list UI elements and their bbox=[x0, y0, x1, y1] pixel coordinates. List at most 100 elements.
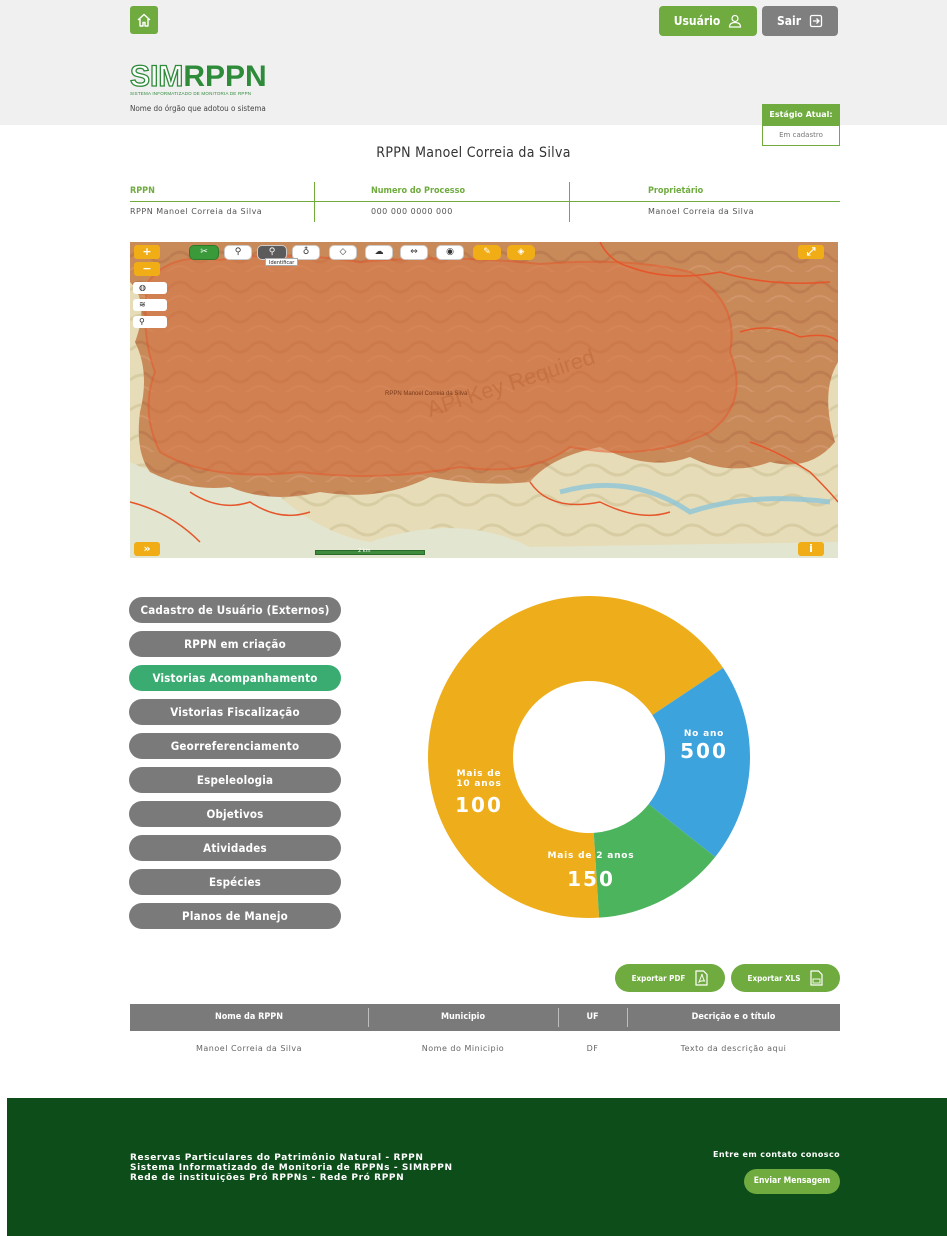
menu-objetivos[interactable]: Objetivos bbox=[129, 801, 341, 827]
side-menu: Cadastro de Usuário (Externos) RPPN em c… bbox=[129, 597, 341, 937]
panel-toggle-button[interactable]: » bbox=[134, 542, 160, 556]
menu-georreferenciamento[interactable]: Georreferenciamento bbox=[129, 733, 341, 759]
tool-distance[interactable]: ⇔ bbox=[400, 245, 428, 260]
export-pdf-button[interactable]: Exportar PDF bbox=[615, 964, 725, 992]
info-rppn-label: RPPN bbox=[130, 186, 155, 196]
col-nome-rppn[interactable]: Nome da RPPN bbox=[130, 1004, 368, 1031]
search-tool-icon: ⚲ bbox=[139, 317, 145, 326]
user-button-label: Usuário bbox=[673, 14, 721, 28]
info-process-label: Numero do Processo bbox=[371, 186, 466, 196]
footer: Reservas Particulares do Patrimônio Natu… bbox=[7, 1098, 947, 1236]
polygon-icon: ◇ bbox=[339, 247, 347, 257]
slice-label-10-anos: Mais de 10 anos 100 bbox=[440, 769, 518, 817]
info-owner: Proprietário Manoel Correia da Silva bbox=[648, 182, 838, 222]
menu-cadastro-usuario[interactable]: Cadastro de Usuário (Externos) bbox=[129, 597, 341, 623]
tool-cloud[interactable]: ☁ bbox=[365, 245, 393, 260]
stage-box: Estágio Atual: Em cadastro bbox=[762, 104, 840, 146]
table-row[interactable]: Manoel Correia da Silva Nome do Minicipi… bbox=[130, 1031, 840, 1067]
pencil-icon: ✎ bbox=[483, 247, 491, 257]
footer-contact-label: Entre em contato conosco bbox=[713, 1150, 840, 1159]
search-icon: ⚲ bbox=[234, 247, 242, 257]
tool-edit[interactable]: ✂ bbox=[189, 245, 219, 260]
logo-sim-text: SIM bbox=[129, 60, 184, 93]
map-canvas: API Key Required RPPN Manoel Correia da … bbox=[130, 242, 838, 558]
info-owner-value: Manoel Correia da Silva bbox=[648, 207, 754, 216]
exit-button-label: Sair bbox=[776, 14, 802, 28]
page-title: RPPN Manoel Correia da Silva bbox=[376, 145, 571, 161]
identify-icon: ⚲ bbox=[268, 247, 276, 257]
info-button[interactable]: i bbox=[798, 542, 824, 556]
menu-rppn-criacao[interactable]: RPPN em criação bbox=[129, 631, 341, 657]
layers-button[interactable]: ≋ bbox=[133, 299, 167, 311]
basemap-button[interactable]: ◍ bbox=[133, 282, 167, 294]
menu-vistorias-fiscalizacao[interactable]: Vistorias Fiscalização bbox=[129, 699, 341, 725]
stage-label: Estágio Atual: bbox=[762, 104, 840, 125]
xls-icon bbox=[810, 970, 824, 986]
info-owner-label: Proprietário bbox=[648, 186, 704, 196]
tool-draw[interactable]: ✎ bbox=[473, 245, 501, 260]
cell-nome: Manoel Correia da Silva bbox=[196, 1044, 302, 1053]
rppn-table: Nome da RPPN Municipio UF Decrição e o t… bbox=[130, 1004, 840, 1067]
info-process-value: 000 000 0000 000 bbox=[371, 207, 453, 216]
logo-rppn-text: RPPN bbox=[183, 60, 267, 93]
rppn-info: RPPN RPPN Manoel Correia da Silva Numero… bbox=[130, 182, 840, 222]
info-rppn-value: RPPN Manoel Correia da Silva bbox=[130, 207, 263, 216]
footer-line-3: Rede de instituições Pró RPPNs - Rede Pr… bbox=[130, 1173, 405, 1183]
send-message-button[interactable]: Enviar Mensagem bbox=[744, 1169, 840, 1194]
menu-planos-manejo[interactable]: Planos de Manejo bbox=[129, 903, 341, 929]
footer-line-2: Sistema Informatizado de Monitoria de RP… bbox=[130, 1163, 453, 1173]
tool-polygon[interactable]: ◇ bbox=[329, 245, 357, 260]
arrows-icon: ⇔ bbox=[410, 247, 418, 257]
measure-button[interactable]: ⚲ bbox=[133, 316, 167, 328]
col-uf[interactable]: UF bbox=[558, 1004, 627, 1031]
info-rppn: RPPN RPPN Manoel Correia da Silva bbox=[130, 182, 310, 222]
cell-municipio: Nome do Minicipio bbox=[421, 1044, 505, 1053]
stage-value: Em cadastro bbox=[762, 125, 840, 146]
footer-line-1: Reservas Particulares do Patrimônio Natu… bbox=[130, 1153, 424, 1163]
org-name: Nome do órgão que adotou o sistema bbox=[130, 104, 266, 113]
slice-label-10-anos-title-2: 10 anos bbox=[456, 779, 502, 789]
col-descricao[interactable]: Decrição e o título bbox=[627, 1004, 840, 1031]
zoom-in-button[interactable]: + bbox=[134, 245, 160, 259]
slice-label-no-ano-title: No ano bbox=[683, 729, 725, 739]
tool-view[interactable]: ◉ bbox=[436, 245, 464, 260]
table-header: Nome da RPPN Municipio UF Decrição e o t… bbox=[130, 1004, 840, 1031]
donut-chart: No ano 500 Mais de 2 anos 150 Mais de 10… bbox=[428, 596, 750, 918]
cell-descricao: Texto da descrição aqui bbox=[680, 1044, 787, 1053]
home-button[interactable] bbox=[130, 6, 158, 34]
user-button[interactable]: Usuário bbox=[659, 6, 757, 36]
footer-text: Reservas Particulares do Patrimônio Natu… bbox=[130, 1153, 453, 1183]
cell-uf: DF bbox=[586, 1044, 599, 1053]
map-area-label: RPPN Manoel Correia da Silva bbox=[385, 391, 468, 397]
logo-subtitle: SISTEMA INFORMATIZADO DE MONITORIA DE RP… bbox=[130, 91, 252, 96]
home-icon bbox=[137, 13, 151, 27]
slice-label-2-anos: Mais de 2 anos 150 bbox=[536, 851, 646, 891]
export-xls-button[interactable]: Exportar XLS bbox=[731, 964, 840, 992]
eraser-icon: ◈ bbox=[517, 247, 525, 257]
info-separator bbox=[314, 182, 315, 222]
slice-label-no-ano-value: 500 bbox=[680, 739, 728, 763]
menu-atividades[interactable]: Atividades bbox=[129, 835, 341, 861]
map-view[interactable]: API Key Required RPPN Manoel Correia da … bbox=[130, 242, 838, 558]
logout-icon bbox=[809, 14, 823, 28]
fullscreen-button[interactable]: ⤢ bbox=[798, 245, 824, 259]
exit-button[interactable]: Sair bbox=[762, 6, 838, 36]
menu-especies[interactable]: Espécies bbox=[129, 869, 341, 895]
identify-tooltip: Identificar bbox=[265, 258, 299, 266]
slice-label-10-anos-value: 100 bbox=[455, 793, 503, 817]
info-process: Numero do Processo 000 000 0000 000 bbox=[371, 182, 561, 222]
menu-vistorias-acompanhamento[interactable]: Vistorias Acompanhamento bbox=[129, 665, 341, 691]
cloud-icon: ☁ bbox=[374, 247, 384, 257]
slice-label-no-ano: No ano 500 bbox=[659, 729, 749, 763]
globe-icon: ◍ bbox=[139, 283, 146, 292]
col-municipio[interactable]: Municipio bbox=[368, 1004, 558, 1031]
menu-espeleologia[interactable]: Espeleologia bbox=[129, 767, 341, 793]
slice-label-2-anos-value: 150 bbox=[567, 867, 615, 891]
map-scale-label: 2 km bbox=[358, 548, 371, 554]
slice-label-2-anos-title: Mais de 2 anos bbox=[547, 851, 635, 861]
zoom-out-button[interactable]: − bbox=[134, 262, 160, 276]
tools-icon: ✂ bbox=[200, 247, 208, 257]
tool-search[interactable]: ⚲ bbox=[224, 245, 252, 260]
tool-erase[interactable]: ◈ bbox=[507, 245, 535, 260]
pdf-icon bbox=[695, 970, 708, 986]
